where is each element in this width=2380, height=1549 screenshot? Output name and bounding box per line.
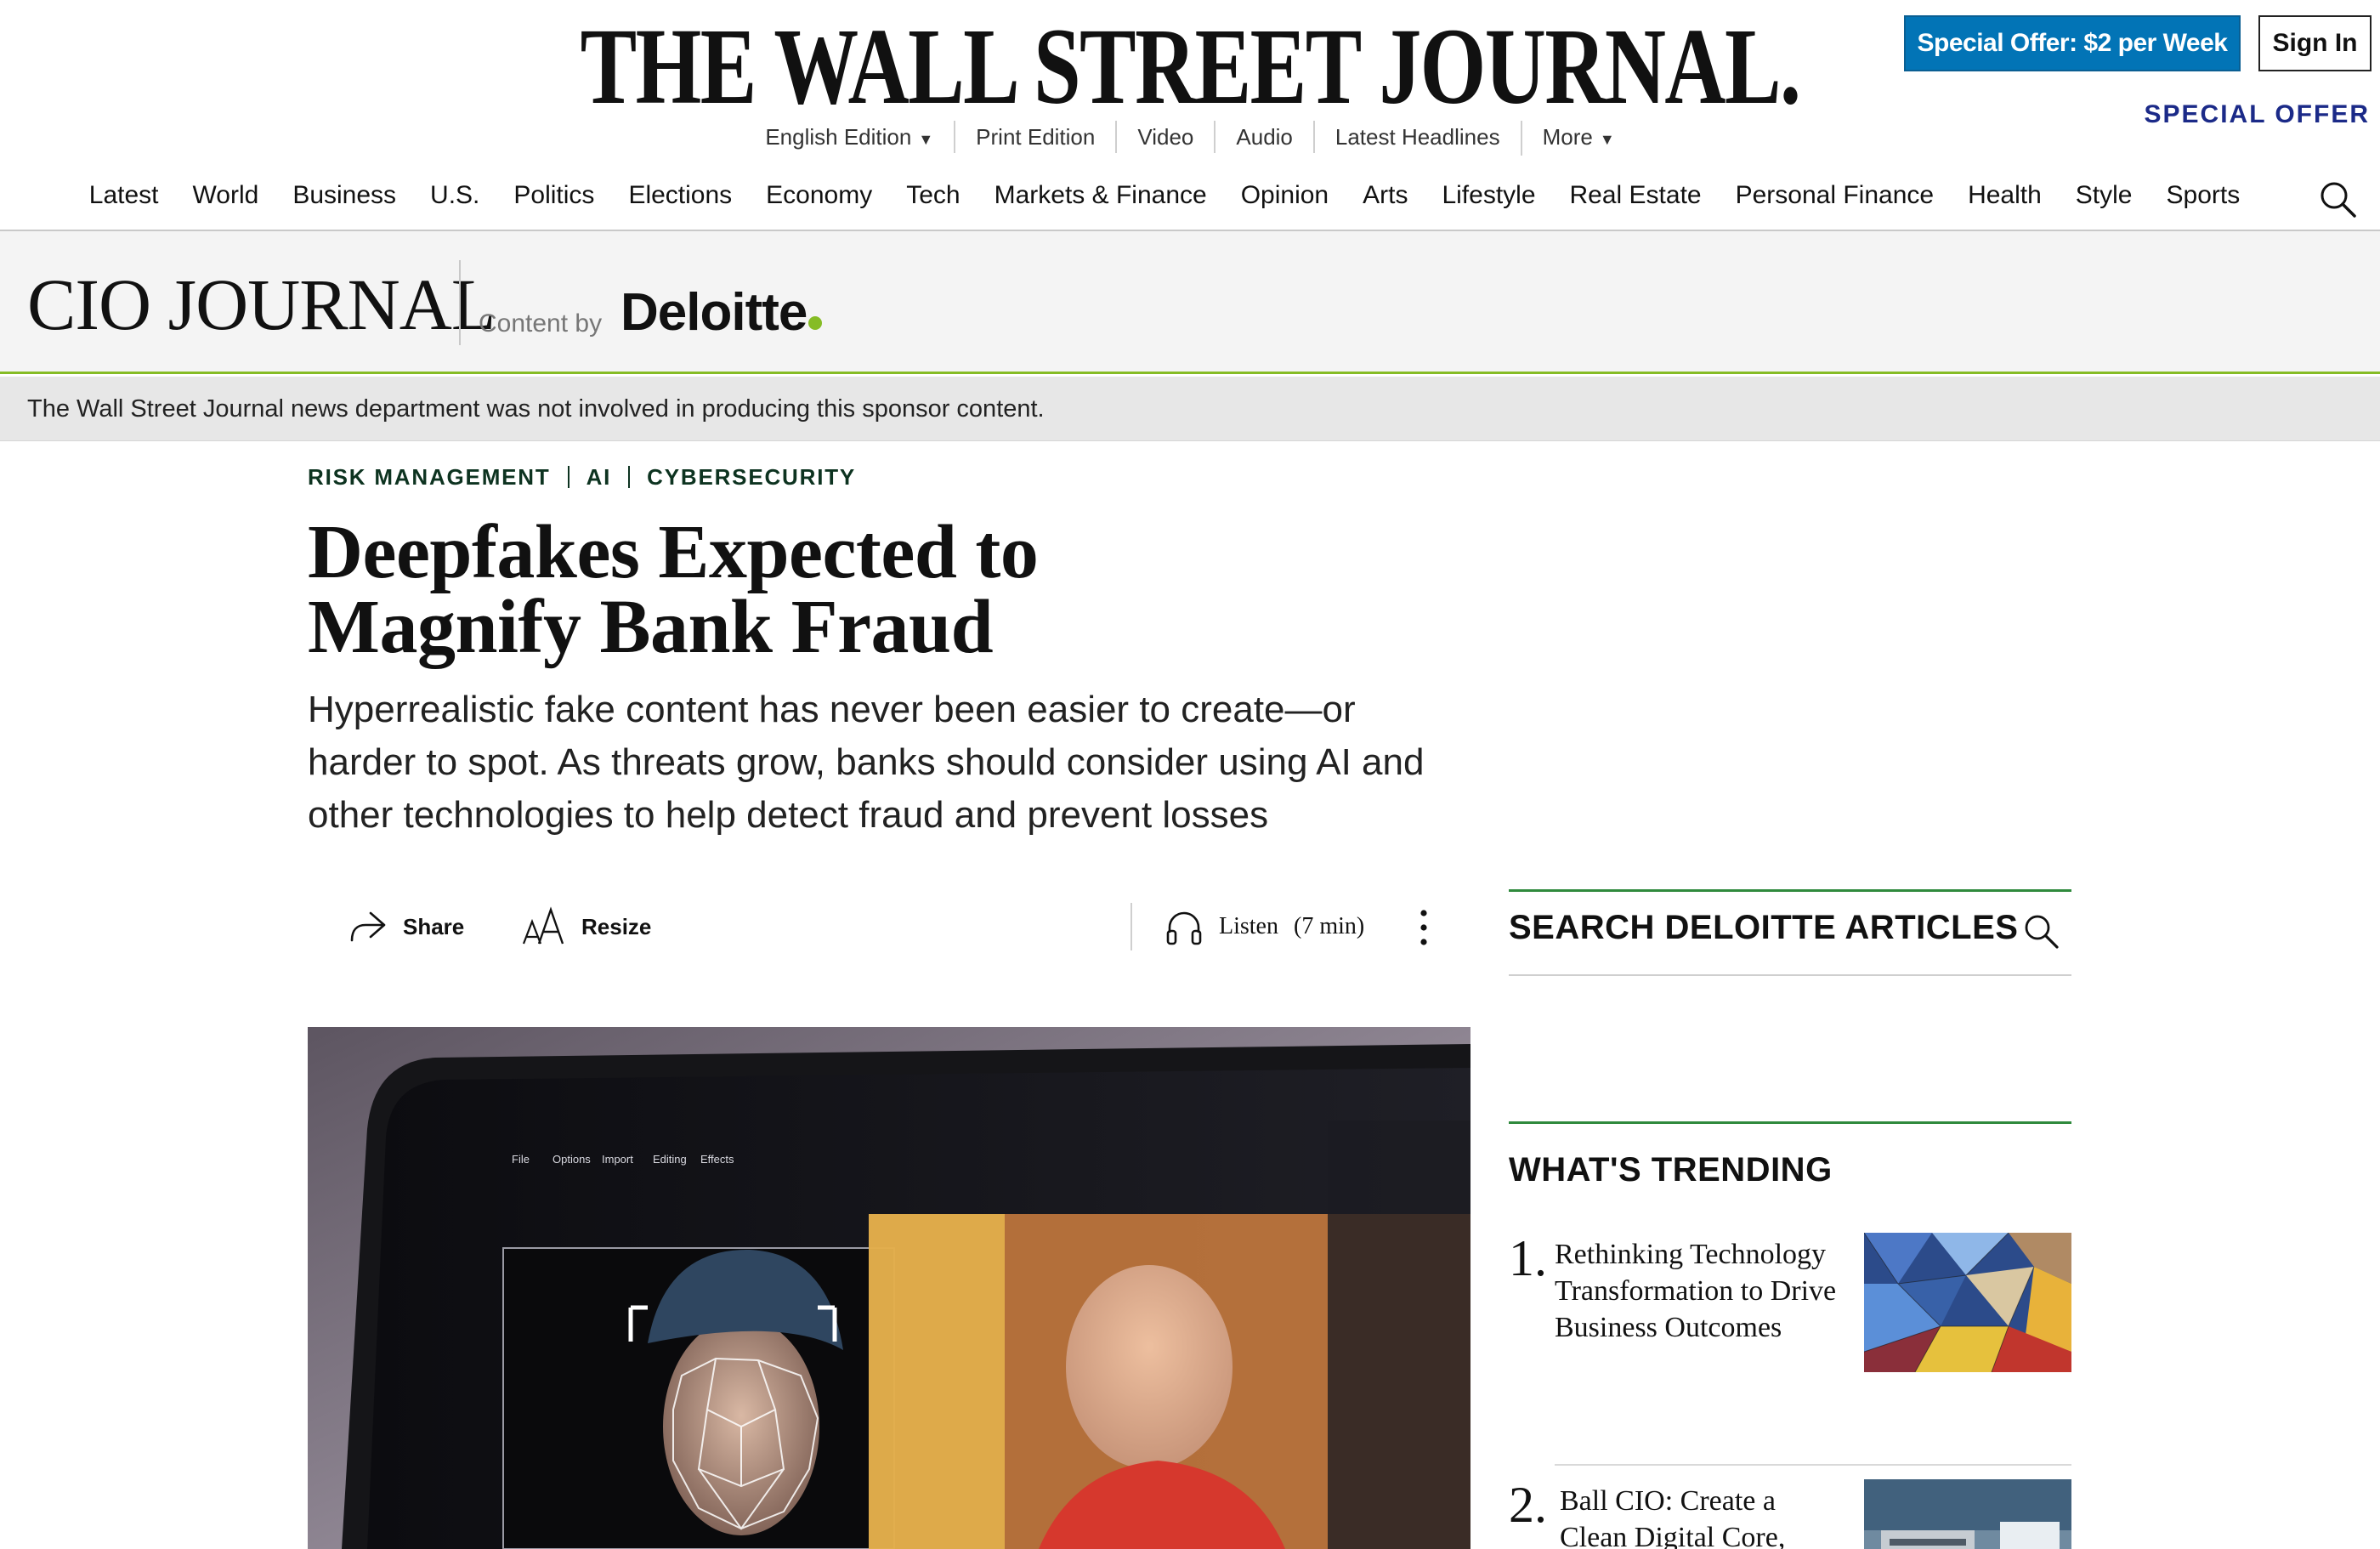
share-button[interactable]: Share bbox=[347, 893, 464, 961]
trending-thumbnail[interactable] bbox=[1864, 1479, 2071, 1549]
whats-trending: WHAT'S TRENDING 1. Rethinking Technology… bbox=[1509, 1121, 2071, 1549]
share-icon bbox=[350, 911, 386, 942]
divider bbox=[1555, 1464, 2071, 1466]
resize-text-icon bbox=[522, 906, 564, 945]
nav-item-lifestyle[interactable]: Lifestyle bbox=[1442, 181, 1535, 210]
trending-title: WHAT'S TRENDING bbox=[1509, 1151, 1833, 1189]
link-audio[interactable]: Audio bbox=[1214, 121, 1313, 153]
hero-menu-options: Options bbox=[552, 1153, 591, 1166]
nav-item-business[interactable]: Business bbox=[292, 181, 396, 210]
nav-item-world[interactable]: World bbox=[193, 181, 259, 210]
sponsor-disclaimer: The Wall Street Journal news department … bbox=[0, 377, 2380, 441]
tag-ai[interactable]: AI bbox=[586, 464, 612, 490]
nav-item-us[interactable]: U.S. bbox=[430, 181, 479, 210]
sponsor-band: CIO JOURNAL Content by Deloitte bbox=[0, 231, 2380, 374]
edition-selector[interactable]: English Edition ▼ bbox=[745, 121, 954, 156]
more-menu[interactable]: More ▼ bbox=[1520, 121, 1635, 156]
nav-item-tech[interactable]: Tech bbox=[906, 181, 960, 210]
nav-item-markets-finance[interactable]: Markets & Finance bbox=[994, 181, 1207, 210]
trending-rank: 2. bbox=[1509, 1477, 1547, 1533]
sign-in-button[interactable]: Sign In bbox=[2258, 15, 2372, 71]
nav-item-sports[interactable]: Sports bbox=[2167, 181, 2241, 210]
cio-journal-logo[interactable]: CIO JOURNAL bbox=[27, 262, 496, 347]
deloitte-logo[interactable]: Deloitte bbox=[620, 279, 823, 347]
trending-item[interactable]: 1. Rethinking Technology Transformation … bbox=[1509, 1233, 2071, 1454]
wsj-logo[interactable]: THE WALL STREET JOURNAL. bbox=[262, 7, 2118, 126]
divider bbox=[567, 466, 570, 488]
listen-label: Listen bbox=[1219, 913, 1278, 939]
trending-rank: 1. bbox=[1509, 1230, 1547, 1286]
listen-duration: (7 min) bbox=[1294, 913, 1365, 939]
headline-line-1: Deepfakes Expected to bbox=[308, 510, 1039, 594]
search-icon[interactable] bbox=[2317, 179, 2358, 219]
divider bbox=[459, 260, 461, 345]
nav-item-politics[interactable]: Politics bbox=[513, 181, 594, 210]
trending-headline[interactable]: Ball CIO: Create a Clean Digital Core, C… bbox=[1560, 1483, 1849, 1549]
nav-item-elections[interactable]: Elections bbox=[628, 181, 732, 210]
tag-cybersecurity[interactable]: CYBERSECURITY bbox=[647, 464, 856, 490]
trending-item[interactable]: 2. Ball CIO: Create a Clean Digital Core… bbox=[1509, 1479, 2071, 1549]
nav-item-personal-finance[interactable]: Personal Finance bbox=[1736, 181, 1934, 210]
article-tags: RISK MANAGEMENT AI CYBERSECURITY bbox=[308, 464, 856, 491]
caret-down-icon: ▼ bbox=[1599, 131, 1615, 148]
trending-headline[interactable]: Rethinking Technology Transformation to … bbox=[1555, 1236, 1844, 1346]
masthead: THE WALL STREET JOURNAL. English Edition… bbox=[0, 0, 2380, 156]
listen-button[interactable]: Listen (7 min) bbox=[1164, 893, 1364, 961]
article-tools: Share Resize Listen (7 min) bbox=[308, 893, 1470, 961]
link-video[interactable]: Video bbox=[1115, 121, 1214, 153]
nav-item-arts[interactable]: Arts bbox=[1363, 181, 1408, 210]
search-icon[interactable] bbox=[2022, 912, 2060, 950]
polygon-art-thumbnail bbox=[1864, 1233, 2071, 1372]
link-print-edition[interactable]: Print Edition bbox=[954, 121, 1115, 153]
hero-image: File Options Import Editing Effects bbox=[308, 1027, 1470, 1549]
deloitte-dot-icon bbox=[808, 316, 823, 330]
article-dek: Hyperrealistic fake content has never be… bbox=[308, 689, 1425, 836]
special-offer-link[interactable]: SPECIAL OFFER bbox=[2145, 100, 2370, 129]
share-label: Share bbox=[403, 913, 465, 939]
trending-thumbnail[interactable] bbox=[1864, 1233, 2071, 1372]
nav-item-latest[interactable]: Latest bbox=[89, 181, 159, 210]
laptop-deepfake-illustration: File Options Import Editing Effects bbox=[308, 1027, 1470, 1549]
search-label: SEARCH DELOITTE ARTICLES bbox=[1509, 909, 2019, 946]
nav-item-real-estate[interactable]: Real Estate bbox=[1570, 181, 1702, 210]
section-nav: Latest World Business U.S. Politics Elec… bbox=[0, 162, 2380, 231]
more-options-icon[interactable] bbox=[1413, 908, 1435, 947]
content-by-label: Content by bbox=[479, 309, 603, 338]
nav-item-opinion[interactable]: Opinion bbox=[1241, 181, 1329, 210]
nav-item-style[interactable]: Style bbox=[2076, 181, 2133, 210]
special-offer-button[interactable]: Special Offer: $2 per Week bbox=[1904, 15, 2241, 71]
link-latest-headlines[interactable]: Latest Headlines bbox=[1312, 121, 1521, 153]
divider bbox=[628, 466, 631, 488]
tag-risk-management[interactable]: RISK MANAGEMENT bbox=[308, 464, 551, 490]
headphones-icon bbox=[1166, 911, 1202, 945]
hero-menu-import: Import bbox=[602, 1153, 633, 1166]
deloitte-article-search[interactable]: SEARCH DELOITTE ARTICLES bbox=[1509, 889, 2071, 976]
resize-label: Resize bbox=[581, 913, 652, 939]
divider bbox=[1130, 903, 1132, 950]
hero-menu-editing: Editing bbox=[653, 1153, 687, 1166]
campus-building-thumbnail bbox=[1864, 1479, 2071, 1549]
hero-menu-file: File bbox=[512, 1153, 530, 1166]
article-headline: Deepfakes Expected to Magnify Bank Fraud bbox=[308, 514, 1413, 666]
hero-menu-effects: Effects bbox=[700, 1153, 734, 1166]
edition-nav: English Edition ▼ Print Edition Video Audio L… bbox=[0, 121, 2380, 156]
headline-line-2: Magnify Bank Fraud bbox=[308, 585, 994, 669]
caret-down-icon: ▼ bbox=[918, 131, 934, 148]
resize-button[interactable]: Resize bbox=[522, 893, 651, 961]
nav-item-economy[interactable]: Economy bbox=[766, 181, 872, 210]
nav-item-health[interactable]: Health bbox=[1968, 181, 2042, 210]
